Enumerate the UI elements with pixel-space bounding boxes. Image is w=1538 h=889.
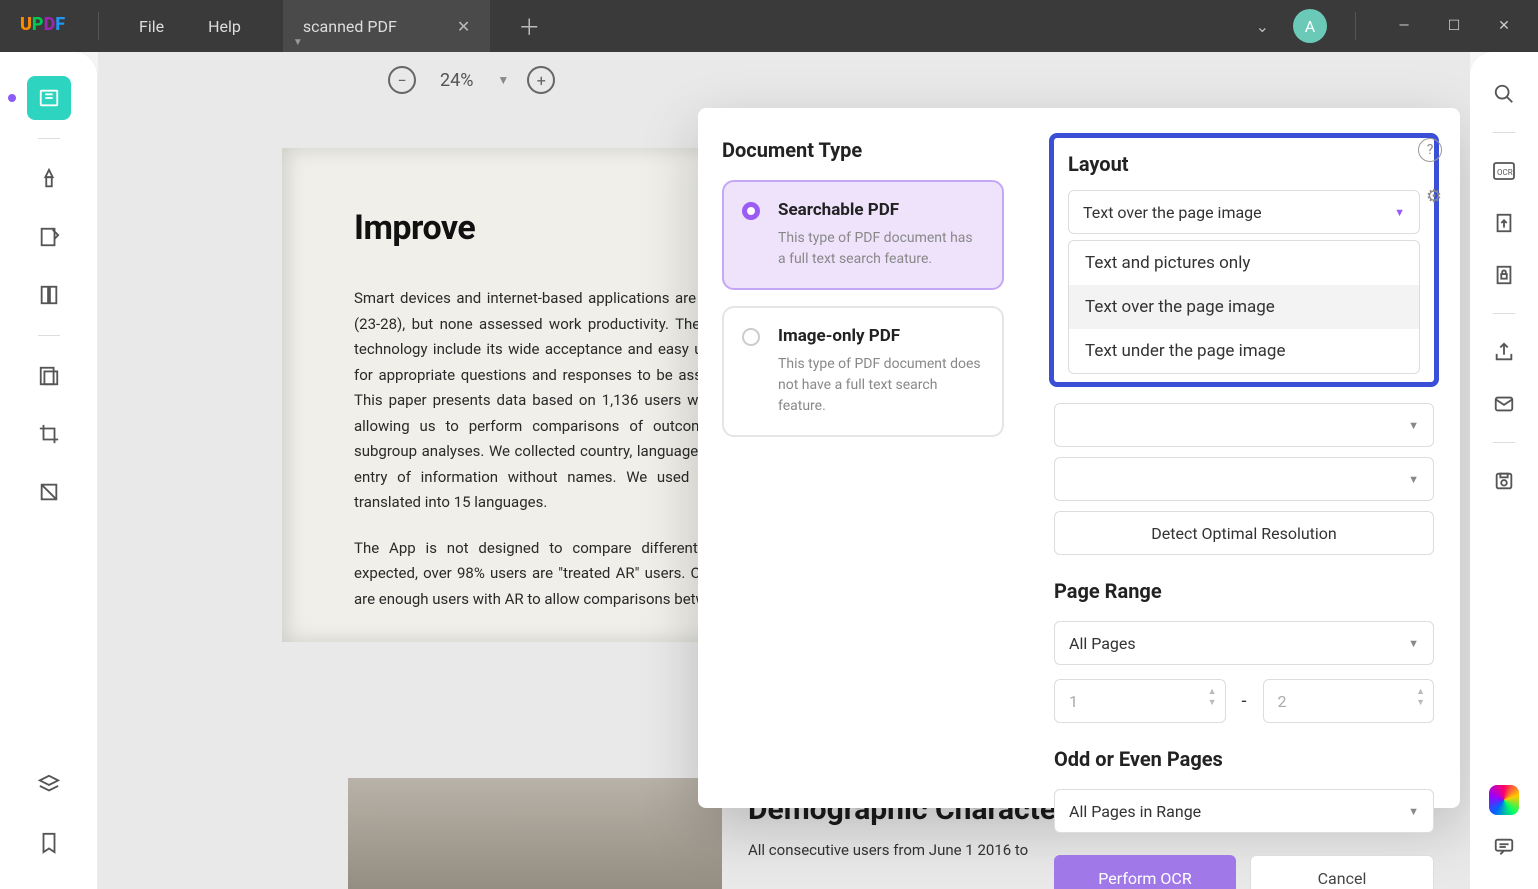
zoom-toolbar: − 24% ▼ + [98, 52, 1470, 108]
indicator-dot [8, 94, 16, 102]
bookmark-icon[interactable] [27, 821, 71, 865]
page-range-value: All Pages [1069, 634, 1136, 653]
svg-text:OCR: OCR [1497, 168, 1513, 177]
menu-file[interactable]: File [117, 17, 186, 36]
organize-tool-icon[interactable] [27, 354, 71, 398]
page-range-label: Page Range [1054, 579, 1434, 603]
perform-ocr-button[interactable]: Perform OCR [1054, 855, 1236, 889]
share-icon[interactable] [1486, 334, 1522, 370]
comment-icon[interactable] [1486, 829, 1522, 865]
layout-option-text-under[interactable]: Text under the page image [1069, 329, 1419, 373]
detect-resolution-button[interactable]: Detect Optimal Resolution [1054, 511, 1434, 555]
highlighter-tool-icon[interactable] [27, 157, 71, 201]
layout-dropdown: Text and pictures only Text over the pag… [1068, 240, 1420, 374]
maximize-button[interactable]: ☐ [1434, 6, 1474, 46]
divider [98, 12, 99, 40]
minimize-button[interactable]: — [1384, 6, 1424, 46]
layout-label: Layout [1068, 152, 1420, 176]
search-icon[interactable] [1486, 76, 1522, 112]
document-type-label: Document Type [722, 138, 1004, 162]
odd-even-label: Odd or Even Pages [1054, 747, 1434, 771]
user-avatar[interactable]: A [1293, 9, 1327, 43]
layout-selected-value: Text over the page image [1083, 203, 1262, 222]
resolution-select[interactable]: ▼ [1054, 457, 1434, 501]
protect-icon[interactable] [1486, 257, 1522, 293]
close-window-button[interactable]: ✕ [1484, 6, 1524, 46]
help-icon[interactable]: ? [1418, 138, 1442, 162]
chevron-down-icon: ▼ [1394, 206, 1405, 219]
stepper-icon[interactable]: ▲▼ [1416, 686, 1425, 708]
separator [1493, 313, 1515, 314]
layout-highlight: Layout Text over the page image ▼ Text a… [1049, 133, 1439, 387]
separator [1493, 442, 1515, 443]
menu-help[interactable]: Help [186, 17, 263, 36]
zoom-in-button[interactable]: + [527, 66, 555, 94]
option-desc: This type of PDF document has a full tex… [778, 228, 982, 270]
email-icon[interactable] [1486, 386, 1522, 422]
doc-image [348, 778, 722, 889]
layout-option-text-over[interactable]: Text over the page image [1069, 285, 1419, 329]
layers-icon[interactable] [27, 763, 71, 807]
zoom-value: 24% [440, 70, 473, 91]
layout-select[interactable]: Text over the page image ▼ [1068, 190, 1420, 234]
layout-option-text-pictures[interactable]: Text and pictures only [1069, 241, 1419, 285]
stepper-icon[interactable]: ▲▼ [1208, 686, 1217, 708]
app-logo: UPDF [20, 14, 80, 38]
page-from-input[interactable]: 1 ▲▼ [1054, 679, 1226, 723]
document-tab[interactable]: ▼ scanned PDF ✕ [283, 0, 490, 52]
cancel-button[interactable]: Cancel [1250, 855, 1434, 889]
chevron-down-icon: ▼ [1408, 805, 1419, 818]
odd-even-value: All Pages in Range [1069, 802, 1201, 821]
chevron-down-icon[interactable]: ⌄ [1242, 9, 1283, 44]
zoom-dropdown-icon[interactable]: ▼ [497, 73, 509, 87]
titlebar: UPDF File Help ▼ scanned PDF ✕ ＋ ⌄ A — ☐… [0, 0, 1538, 52]
language-select[interactable]: ▼ [1054, 403, 1434, 447]
option-desc: This type of PDF document does not have … [778, 354, 982, 417]
save-icon[interactable] [1486, 463, 1522, 499]
option-title: Searchable PDF [778, 200, 982, 220]
separator [38, 138, 60, 139]
ocr-icon[interactable]: OCR [1486, 153, 1522, 189]
right-toolbar: OCR [1470, 52, 1538, 889]
odd-even-select[interactable]: All Pages in Range ▼ [1054, 789, 1434, 833]
radio-icon [742, 202, 760, 220]
edit-tool-icon[interactable] [27, 215, 71, 259]
new-tab-button[interactable]: ＋ [504, 10, 554, 42]
zoom-out-button[interactable]: − [388, 66, 416, 94]
separator [1493, 132, 1515, 133]
close-icon[interactable]: ✕ [457, 17, 470, 36]
option-title: Image-only PDF [778, 326, 982, 346]
crop-tool-icon[interactable] [27, 412, 71, 456]
ocr-panel: Document Type Searchable PDF This type o… [698, 108, 1460, 808]
page-to-input[interactable]: 2 ▲▼ [1263, 679, 1435, 723]
redact-tool-icon[interactable] [27, 470, 71, 514]
reader-tool-icon[interactable] [27, 76, 71, 120]
chevron-down-icon: ▼ [1408, 419, 1419, 432]
page-range-select[interactable]: All Pages ▼ [1054, 621, 1434, 665]
image-only-pdf-option[interactable]: Image-only PDF This type of PDF document… [722, 306, 1004, 437]
document-canvas[interactable]: − 24% ▼ + Improve Smart devices and inte… [98, 52, 1470, 889]
divider [1355, 12, 1356, 40]
pages-tool-icon[interactable] [27, 273, 71, 317]
separator [38, 335, 60, 336]
settings-icon[interactable]: ⚙ [1426, 186, 1442, 207]
left-toolbar [0, 52, 98, 889]
searchable-pdf-option[interactable]: Searchable PDF This type of PDF document… [722, 180, 1004, 290]
convert-icon[interactable] [1486, 205, 1522, 241]
radio-icon [742, 328, 760, 346]
tab-title: scanned PDF [303, 17, 397, 36]
chevron-down-icon: ▼ [1408, 637, 1419, 650]
ai-assistant-icon[interactable] [1489, 785, 1519, 815]
chevron-down-icon: ▼ [1408, 473, 1419, 486]
tab-dropdown-icon[interactable]: ▼ [293, 37, 303, 48]
range-dash: - [1242, 691, 1247, 712]
